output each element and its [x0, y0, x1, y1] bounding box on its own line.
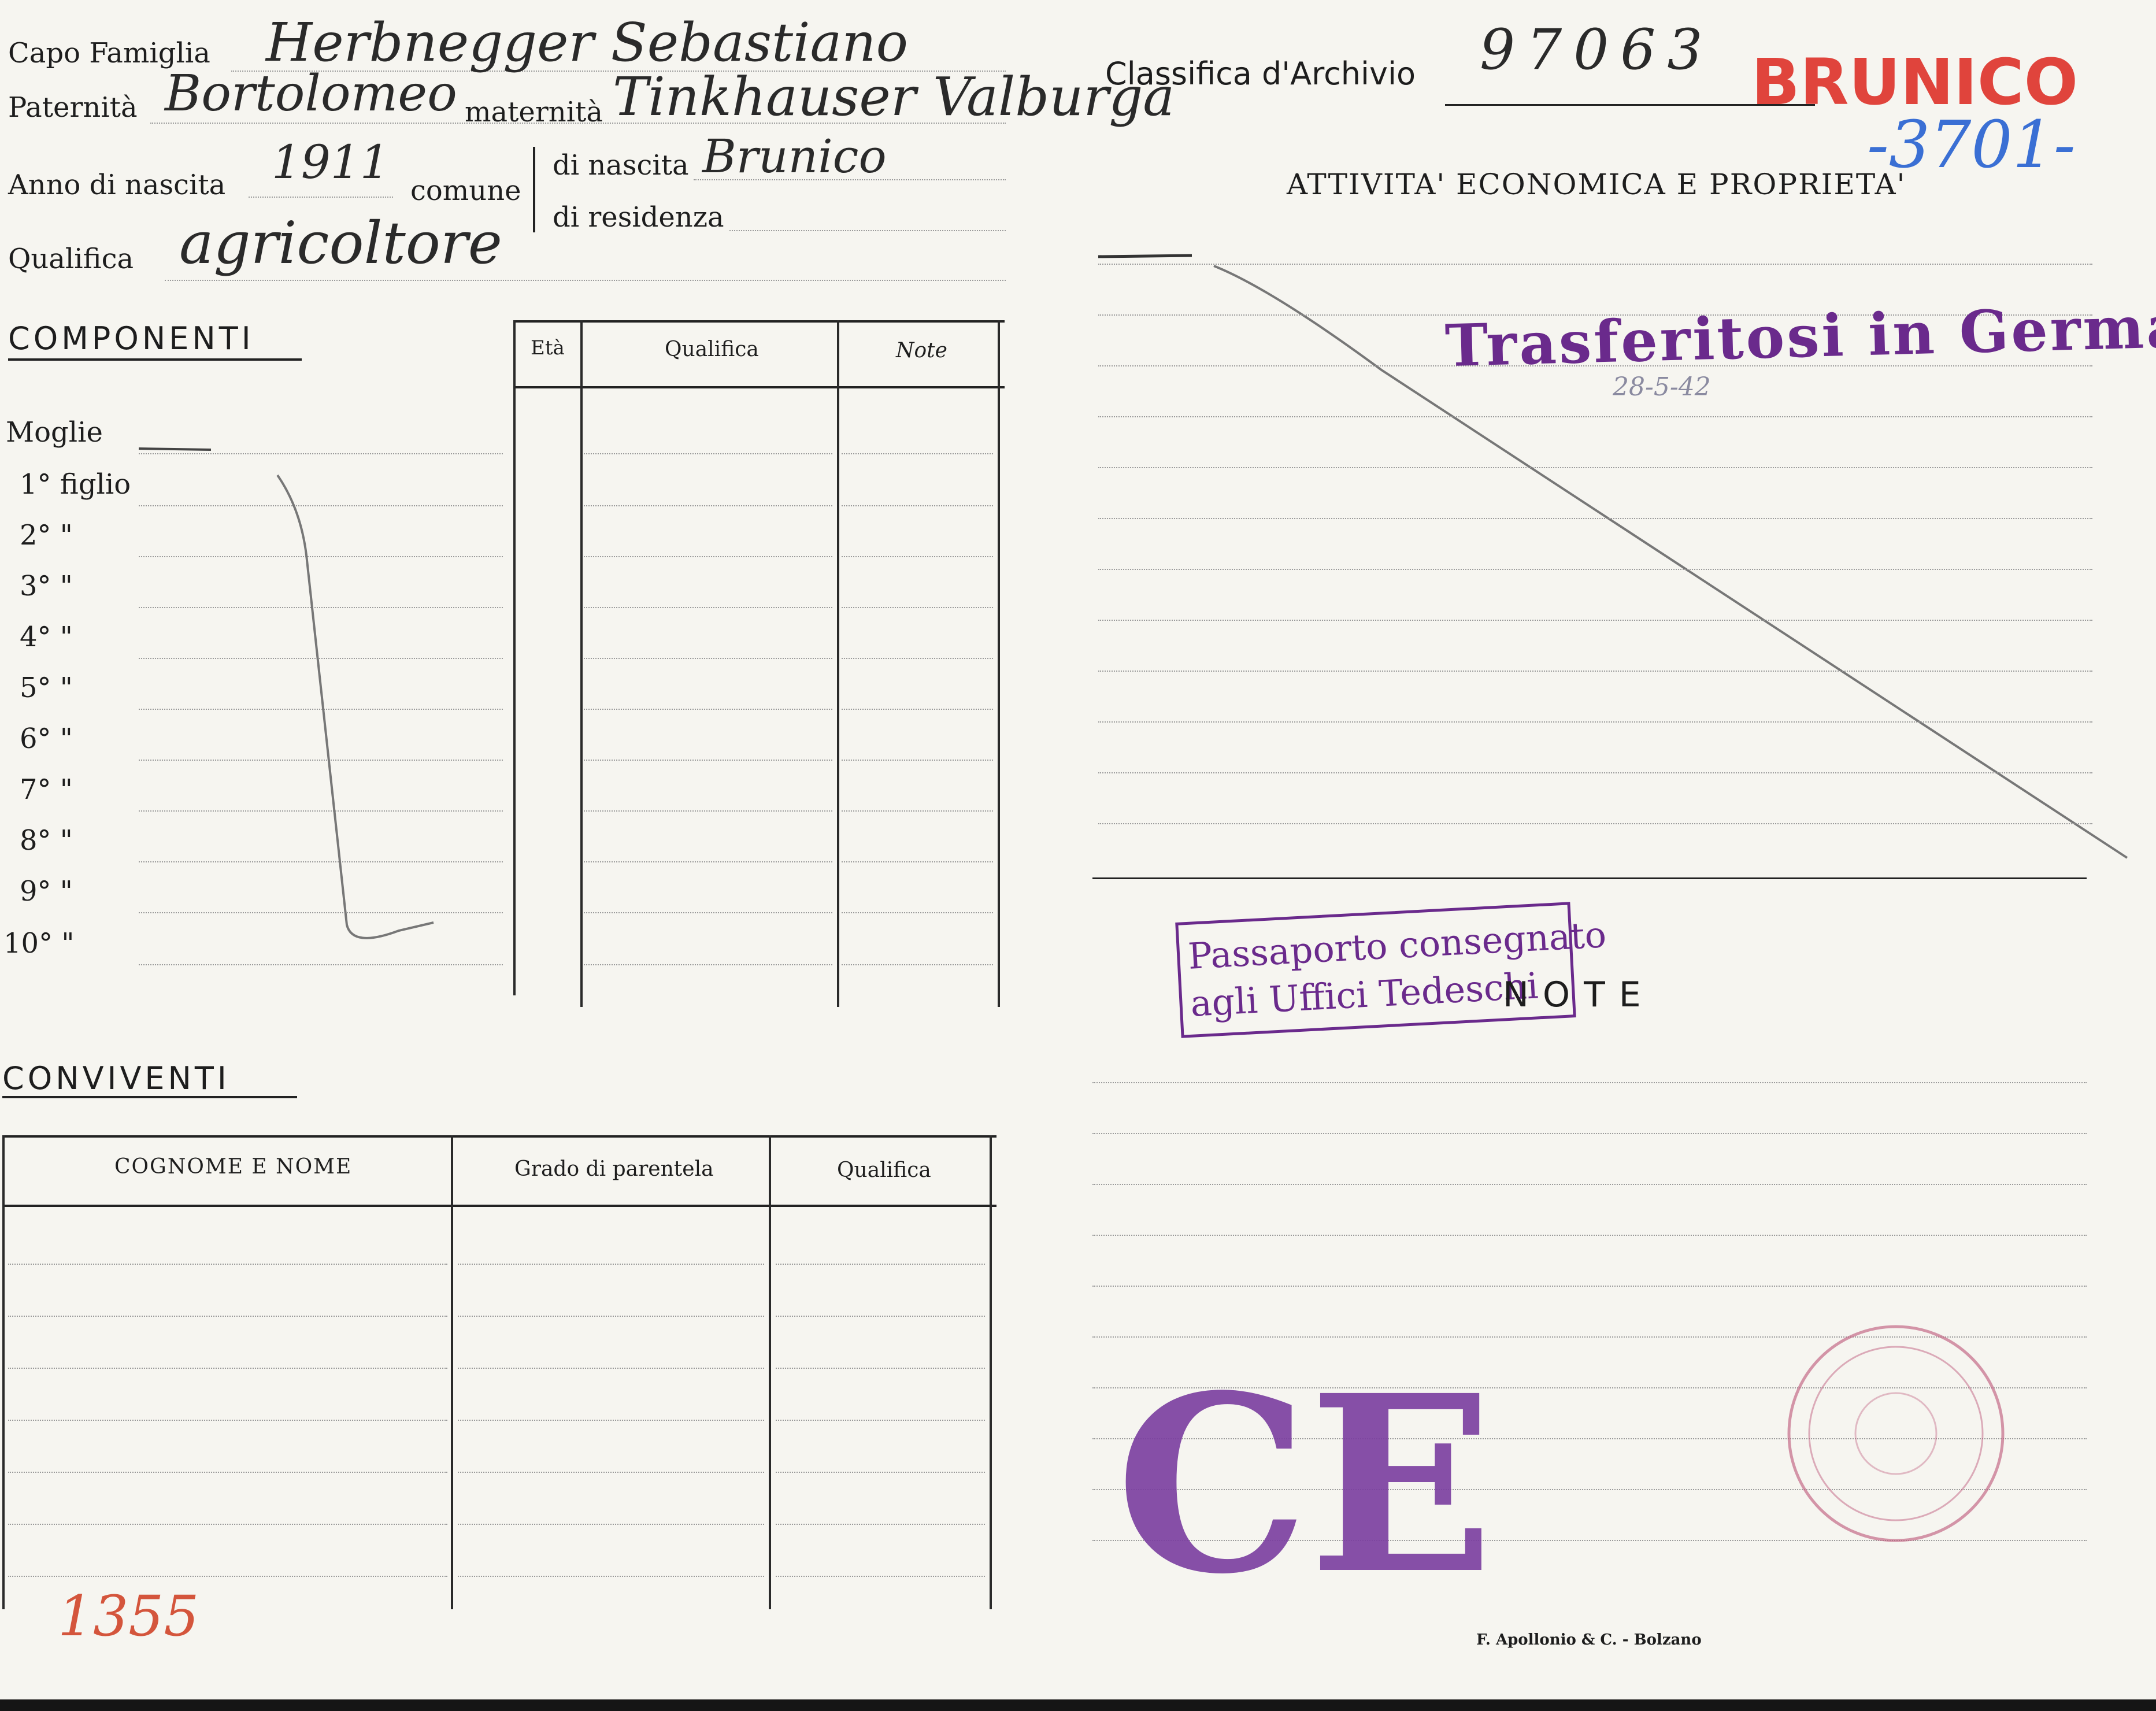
dotted-line [776, 1264, 985, 1265]
dotted-line [8, 1472, 447, 1473]
dotted-line [1092, 1235, 2087, 1236]
classifica-label: Classifica d'Archivio [1105, 55, 1416, 92]
dotted-line [458, 1316, 764, 1317]
dotted-line [776, 1420, 985, 1421]
table-border [769, 1135, 771, 1609]
dotted-line [8, 1524, 447, 1525]
census-card: Capo Famiglia Herbnegger Sebastiano Pate… [0, 0, 2156, 1699]
dotted-line [8, 1368, 447, 1369]
dotted-line [776, 1524, 985, 1525]
col-header-grado: Grado di parentela [514, 1157, 714, 1181]
table-border [2, 1135, 5, 1609]
dotted-line [1098, 416, 2092, 417]
note-title: NOTE [1503, 975, 1655, 1015]
dotted-line [1092, 1184, 2087, 1185]
table-header-border [2, 1205, 996, 1207]
dotted-line [8, 1264, 447, 1265]
official-round-seal [1787, 1325, 2005, 1542]
dotted-line [1092, 1082, 2087, 1083]
dotted-line [458, 1576, 764, 1577]
section-divider [1092, 877, 2087, 879]
dotted-line [458, 1368, 764, 1369]
dotted-line [8, 1316, 447, 1317]
dotted-line [776, 1316, 985, 1317]
stamp-date: 28-5-42 [1613, 372, 1711, 402]
dotted-line [1092, 1286, 2087, 1287]
dotted-line [1098, 467, 2092, 468]
ce-stamp: CE [1116, 1343, 1494, 1628]
conviventi-title: CONVIVENTI [2, 1060, 230, 1097]
dotted-line [458, 1420, 764, 1421]
dotted-line [8, 1576, 447, 1577]
dotted-line [1092, 1133, 2087, 1134]
dotted-line [8, 1420, 447, 1421]
dotted-line [458, 1524, 764, 1525]
dotted-line [776, 1576, 985, 1577]
dotted-line [776, 1472, 985, 1473]
dotted-line [1098, 518, 2092, 519]
attivita-title: ATTIVITA' ECONOMICA E PROPRIETA' [1287, 168, 1906, 201]
dotted-line [1098, 620, 2092, 621]
dotted-line [1098, 671, 2092, 672]
dotted-line [1098, 772, 2092, 773]
table-top-border [2, 1135, 996, 1138]
dotted-line [1098, 823, 2092, 824]
dotted-line [1098, 569, 2092, 570]
dotted-line [1098, 264, 2092, 265]
archive-number: 97063 [1480, 17, 1714, 82]
title-underline [2, 1096, 297, 1098]
passport-stamp: Passaporto consegnato agli Uffici Tedesc… [1175, 902, 1607, 1038]
dotted-line [776, 1368, 985, 1369]
col-header-cognome: COGNOME E NOME [114, 1155, 353, 1179]
dotted-line [458, 1264, 764, 1265]
printer-credit: F. Apollonio & C. - Bolzano [1476, 1631, 1702, 1649]
dotted-line [1098, 721, 2092, 723]
col-header-qualifica: Qualifica [837, 1158, 931, 1182]
dotted-line [458, 1472, 764, 1473]
table-border [451, 1135, 453, 1609]
table-border [990, 1135, 992, 1609]
passport-stamp-line1: Passaporto consegnato [1187, 913, 1607, 977]
bottom-number: 1355 [58, 1584, 199, 1649]
